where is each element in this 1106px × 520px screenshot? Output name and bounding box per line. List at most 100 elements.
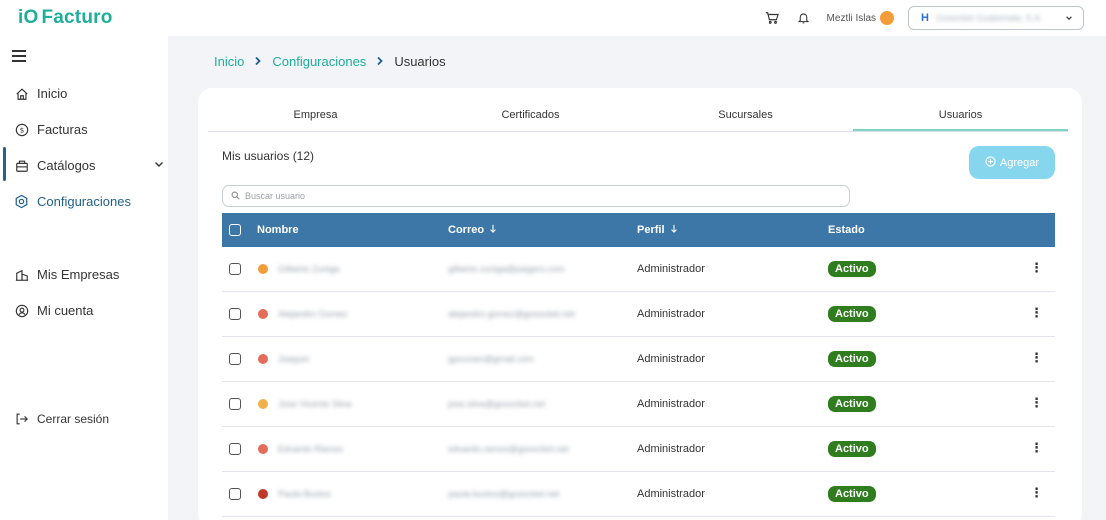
- chevron-down-icon: [1065, 14, 1073, 22]
- row-checkbox[interactable]: [229, 353, 241, 365]
- user-profile-cell: Administrador: [637, 353, 705, 365]
- more-options-icon[interactable]: ⋮: [1030, 260, 1043, 276]
- arrow-down-icon: [489, 224, 497, 236]
- table-row[interactable]: Jose Vicente Silva jose.silva@gosocket.n…: [222, 382, 1055, 427]
- user-profile-cell: Administrador: [637, 308, 705, 320]
- status-badge: Activo: [828, 486, 876, 502]
- sidebar-item-label: Facturas: [37, 122, 88, 137]
- chevron-right-icon: [376, 54, 384, 69]
- logout-button[interactable]: Cerrar sesión: [14, 411, 164, 426]
- avatar: [258, 444, 268, 454]
- logo-prefix: iO: [18, 7, 39, 28]
- dollar-circle-icon: $: [14, 122, 29, 137]
- user-email-cell: eduardo.ramos@gosocket.net: [448, 444, 569, 454]
- sidebar-item-label: Configuraciones: [37, 194, 131, 209]
- table-row[interactable]: Gilberto Zuniga gilberto.zuniga@paigers.…: [222, 247, 1055, 292]
- column-header-profile[interactable]: Perfil: [637, 224, 678, 236]
- add-user-label: Agregar: [999, 156, 1040, 169]
- table-header: Nombre Correo Perfil Estado: [222, 213, 1055, 247]
- user-name-cell: Gilberto Zuniga: [278, 264, 340, 274]
- user-name-cell: Eduardo Ramos: [278, 444, 344, 454]
- breadcrumb-current: Usuarios: [394, 54, 446, 69]
- bell-icon[interactable]: [795, 9, 813, 27]
- add-user-button[interactable]: Agregar: [969, 146, 1055, 179]
- settings-tabs: Empresa Certificados Sucursales Usuarios: [208, 102, 1068, 132]
- logout-icon: [14, 411, 29, 426]
- chevron-down-icon[interactable]: [154, 159, 164, 172]
- avatar: [258, 399, 268, 409]
- more-options-icon[interactable]: ⋮: [1030, 440, 1043, 456]
- user-name-cell: Joaquin: [278, 354, 310, 364]
- column-label: Nombre: [257, 224, 299, 236]
- column-header-email[interactable]: Correo: [448, 224, 497, 236]
- row-checkbox[interactable]: [229, 443, 241, 455]
- user-avatar[interactable]: [880, 11, 894, 25]
- home-icon: [14, 86, 29, 101]
- company-selector[interactable]: H Gosocket Guatemala, S.A.: [908, 6, 1084, 30]
- app-logo[interactable]: iO Facturo: [18, 7, 113, 29]
- sidebar-item-catalogos[interactable]: Catálogos: [14, 158, 164, 173]
- column-label: Perfil: [637, 224, 665, 236]
- user-name-cell: Paula Bustos: [278, 489, 332, 499]
- sidebar-item-configuraciones[interactable]: Configuraciones: [14, 194, 164, 209]
- menu-icon[interactable]: [12, 50, 26, 65]
- active-indicator: [3, 147, 6, 181]
- company-logo-icon: H: [921, 12, 929, 24]
- table-row[interactable]: Eduardo Ramos eduardo.ramos@gosocket.net…: [222, 427, 1055, 472]
- settings-icon: [14, 194, 29, 209]
- company-name: Gosocket Guatemala, S.A.: [935, 13, 1043, 23]
- user-email-cell: jgonzoes@gmail.com: [448, 354, 535, 364]
- user-name[interactable]: Meztli Islas: [827, 13, 876, 24]
- more-options-icon[interactable]: ⋮: [1030, 350, 1043, 366]
- user-email-cell: alejandro.gomez@gosocket.net: [448, 309, 575, 319]
- avatar: [258, 264, 268, 274]
- row-checkbox[interactable]: [229, 263, 241, 275]
- tab-usuarios[interactable]: Usuarios: [853, 102, 1068, 131]
- status-badge: Activo: [828, 306, 876, 322]
- user-profile-cell: Administrador: [637, 488, 705, 500]
- search-icon: [231, 189, 240, 203]
- tab-empresa[interactable]: Empresa: [208, 102, 423, 131]
- top-bar: iO Facturo Meztli Islas H Gosocket Guatem…: [0, 0, 1106, 36]
- user-profile-cell: Administrador: [637, 398, 705, 410]
- catalog-icon: [14, 158, 29, 173]
- user-email-cell: jose.silva@gosocket.net: [448, 399, 546, 409]
- sidebar-item-inicio[interactable]: Inicio: [14, 86, 164, 101]
- plus-circle-icon: [985, 155, 996, 170]
- chevron-right-icon: [254, 54, 262, 69]
- tab-sucursales[interactable]: Sucursales: [638, 102, 853, 131]
- logo-text: Facturo: [41, 7, 113, 28]
- user-profile-cell: Administrador: [637, 263, 705, 275]
- more-options-icon[interactable]: ⋮: [1030, 305, 1043, 321]
- table-row[interactable]: Alejandro Gomez alejandro.gomez@gosocket…: [222, 292, 1055, 337]
- sidebar-item-label: Catálogos: [37, 158, 96, 173]
- sidebar-item-label: Mis Empresas: [37, 267, 120, 282]
- breadcrumb-inicio[interactable]: Inicio: [214, 54, 244, 69]
- user-email-cell: paula.bustos@gosocket.net: [448, 489, 560, 499]
- breadcrumb-configuraciones[interactable]: Configuraciones: [272, 54, 366, 69]
- row-checkbox[interactable]: [229, 488, 241, 500]
- user-email-cell: gilberto.zuniga@paigers.com: [448, 264, 565, 274]
- table-row[interactable]: Joaquin jgonzoes@gmail.com Administrador…: [222, 337, 1055, 382]
- cart-icon[interactable]: [763, 9, 781, 27]
- sidebar-item-mi-cuenta[interactable]: Mi cuenta: [14, 303, 164, 318]
- row-checkbox[interactable]: [229, 398, 241, 410]
- column-header-name: Nombre: [257, 224, 299, 236]
- table-row[interactable]: Paula Bustos paula.bustos@gosocket.net A…: [222, 472, 1055, 517]
- users-title: Mis usuarios (12): [222, 149, 315, 163]
- user-circle-icon: [14, 303, 29, 318]
- more-options-icon[interactable]: ⋮: [1030, 485, 1043, 501]
- svg-text:$: $: [19, 126, 23, 134]
- sidebar-item-facturas[interactable]: $ Facturas: [14, 122, 164, 137]
- row-checkbox[interactable]: [229, 308, 241, 320]
- search-input[interactable]: [245, 191, 849, 201]
- more-options-icon[interactable]: ⋮: [1030, 395, 1043, 411]
- avatar: [258, 354, 268, 364]
- status-badge: Activo: [828, 261, 876, 277]
- user-profile-cell: Administrador: [637, 443, 705, 455]
- sidebar-item-mis-empresas[interactable]: Mis Empresas: [14, 267, 164, 282]
- tab-certificados[interactable]: Certificados: [423, 102, 638, 131]
- select-all-checkbox[interactable]: [229, 224, 241, 236]
- user-name-cell: Alejandro Gomez: [278, 309, 348, 319]
- sidebar-item-label: Mi cuenta: [37, 303, 94, 318]
